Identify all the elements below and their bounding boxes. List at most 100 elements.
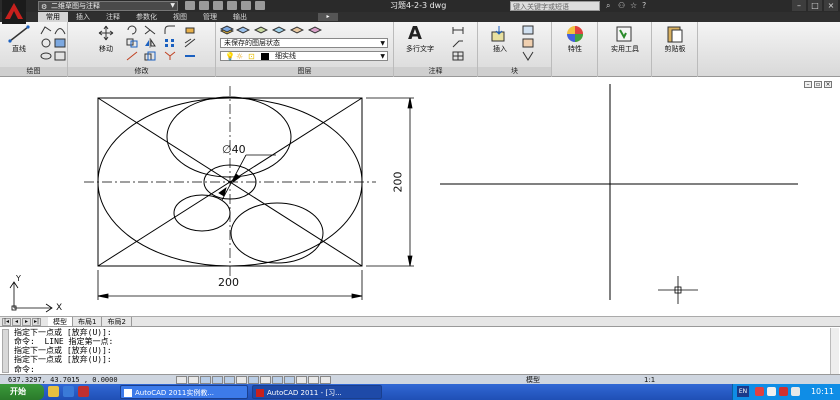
modify-panel-label[interactable]: 修改 bbox=[68, 67, 215, 76]
folder-icon[interactable] bbox=[48, 386, 59, 397]
taskbar-item-autocad[interactable]: AutoCAD 2011 - [习... bbox=[252, 385, 382, 399]
command-line-grip[interactable] bbox=[2, 329, 9, 373]
ducs-toggle[interactable] bbox=[260, 376, 271, 384]
plot-button[interactable] bbox=[255, 1, 265, 10]
otrack-toggle[interactable] bbox=[248, 376, 259, 384]
edit-attributes-icon[interactable] bbox=[522, 51, 534, 61]
command-scrollbar[interactable] bbox=[830, 328, 839, 374]
autocad-logo-icon[interactable] bbox=[2, 0, 26, 24]
minimize-button[interactable]: – bbox=[792, 0, 806, 11]
layer-dropdown[interactable]: 💡 ☼ ⊡ 细实线 ▼ bbox=[220, 51, 388, 61]
viewport-close-button[interactable]: × bbox=[824, 81, 832, 88]
layer-isolate-icon[interactable] bbox=[254, 25, 268, 35]
command-line[interactable]: 指定下一点或 [放弃(U)]: 命令: LINE 指定第一点: 指定下一点或 [… bbox=[0, 326, 840, 374]
layer-properties-icon[interactable] bbox=[220, 25, 234, 35]
redo-button[interactable] bbox=[241, 1, 251, 10]
network-icon[interactable] bbox=[767, 387, 776, 396]
scale-icon[interactable] bbox=[144, 51, 156, 61]
language-indicator[interactable]: EN bbox=[737, 386, 749, 397]
command-prompt[interactable]: 命令: bbox=[14, 365, 35, 374]
utilities-label[interactable]: 实用工具 bbox=[600, 44, 650, 54]
save-button[interactable] bbox=[213, 1, 223, 10]
binoculars-icon[interactable]: ⌕ bbox=[606, 0, 610, 12]
draw-panel-label[interactable]: 绘图 bbox=[0, 67, 67, 76]
array-icon[interactable] bbox=[164, 38, 176, 48]
layer-freeze-icon[interactable] bbox=[272, 25, 286, 35]
new-file-button[interactable] bbox=[185, 1, 195, 10]
utilities-icon[interactable] bbox=[614, 25, 634, 43]
user-icon[interactable]: ⚇ bbox=[618, 0, 625, 12]
join-icon[interactable] bbox=[184, 51, 196, 61]
annotation-panel-label[interactable]: 注释 bbox=[394, 67, 477, 76]
dyn-toggle[interactable] bbox=[272, 376, 283, 384]
osnap-toggle[interactable] bbox=[224, 376, 235, 384]
snap-toggle[interactable] bbox=[176, 376, 187, 384]
unlock-icon[interactable]: ⊡ bbox=[248, 52, 255, 61]
search-input[interactable]: 键入关键字或短语 bbox=[510, 1, 600, 11]
layer-off-icon[interactable] bbox=[308, 25, 322, 35]
tab-output[interactable]: 输出 bbox=[225, 12, 255, 22]
tab-view[interactable]: 视图 bbox=[165, 12, 195, 22]
erase-icon[interactable] bbox=[184, 25, 196, 35]
ortho-toggle[interactable] bbox=[200, 376, 211, 384]
volume-icon[interactable] bbox=[791, 387, 800, 396]
tab-manage[interactable]: 管理 bbox=[195, 12, 225, 22]
clipboard-icon[interactable] bbox=[665, 25, 685, 43]
tab-annotate[interactable]: 注释 bbox=[98, 12, 128, 22]
rectangle-icon[interactable] bbox=[54, 51, 66, 61]
linear-dim-icon[interactable] bbox=[452, 25, 464, 35]
rotate-icon[interactable] bbox=[126, 25, 138, 35]
mirror-icon[interactable] bbox=[144, 38, 156, 48]
create-block-icon[interactable] bbox=[522, 25, 534, 35]
color-wheel-icon[interactable] bbox=[564, 25, 586, 43]
first-layout-button[interactable]: |◂ bbox=[2, 318, 11, 326]
tab-insert[interactable]: 插入 bbox=[68, 12, 98, 22]
next-layout-button[interactable]: ▸ bbox=[22, 318, 31, 326]
transparency-toggle[interactable] bbox=[296, 376, 307, 384]
stretch-icon[interactable] bbox=[126, 51, 138, 61]
polyline-icon[interactable] bbox=[40, 25, 52, 35]
move-tool-icon[interactable] bbox=[98, 25, 114, 41]
clipboard-label[interactable]: 剪贴板 bbox=[656, 44, 694, 54]
maximize-button[interactable]: □ bbox=[808, 0, 822, 11]
browser-icon[interactable] bbox=[63, 386, 74, 397]
leader-icon[interactable] bbox=[452, 38, 464, 48]
selection-cycling-toggle[interactable] bbox=[320, 376, 331, 384]
security-icon[interactable] bbox=[779, 387, 788, 396]
layer-state-dropdown[interactable]: 未保存的图层状态 ▼ bbox=[220, 38, 388, 48]
tab-parametric[interactable]: 参数化 bbox=[128, 12, 165, 22]
explode-icon[interactable] bbox=[164, 51, 176, 61]
line-tool-icon[interactable] bbox=[8, 25, 30, 43]
offset-icon[interactable] bbox=[184, 38, 196, 48]
taskbar-item-document[interactable]: AutoCAD 2011实例教... bbox=[120, 385, 248, 399]
arc-icon[interactable] bbox=[54, 25, 66, 35]
close-button[interactable]: × bbox=[824, 0, 838, 11]
block-panel-label[interactable]: 块 bbox=[478, 67, 551, 76]
layers-panel-label[interactable]: 图层 bbox=[216, 67, 393, 76]
viewport-restore-button[interactable]: ▫ bbox=[814, 81, 822, 88]
quick-properties-toggle[interactable] bbox=[308, 376, 319, 384]
lightbulb-icon[interactable]: 💡 bbox=[225, 52, 235, 61]
layer-state-icon[interactable] bbox=[236, 25, 250, 35]
grid-toggle[interactable] bbox=[188, 376, 199, 384]
polar-toggle[interactable] bbox=[212, 376, 223, 384]
star-icon[interactable]: ☆ bbox=[630, 0, 637, 12]
fillet-icon[interactable] bbox=[164, 25, 176, 35]
mtext-icon[interactable]: A bbox=[408, 24, 422, 44]
last-layout-button[interactable]: ▸| bbox=[32, 318, 41, 326]
properties-label[interactable]: 特性 bbox=[556, 44, 594, 54]
drawing-canvas[interactable]: ∅40 200 200 Y X – ▫ × bbox=[0, 78, 840, 316]
help-icon[interactable]: ? bbox=[642, 0, 646, 12]
layer-lock-icon[interactable] bbox=[290, 25, 304, 35]
hatch-icon[interactable] bbox=[54, 38, 66, 48]
app-icon[interactable] bbox=[78, 386, 89, 397]
insert-block-icon[interactable] bbox=[490, 26, 508, 42]
ribbon-minimize-button[interactable]: ▸ bbox=[318, 13, 338, 21]
workspace-dropdown[interactable]: ⚙ 二维草图与注释 ▼ bbox=[38, 1, 178, 11]
start-button[interactable]: 开始 bbox=[0, 384, 44, 400]
prev-layout-button[interactable]: ◂ bbox=[12, 318, 21, 326]
open-file-button[interactable] bbox=[199, 1, 209, 10]
lineweight-toggle[interactable] bbox=[284, 376, 295, 384]
tab-home[interactable]: 常用 bbox=[38, 12, 68, 22]
copy-icon[interactable] bbox=[126, 38, 138, 48]
